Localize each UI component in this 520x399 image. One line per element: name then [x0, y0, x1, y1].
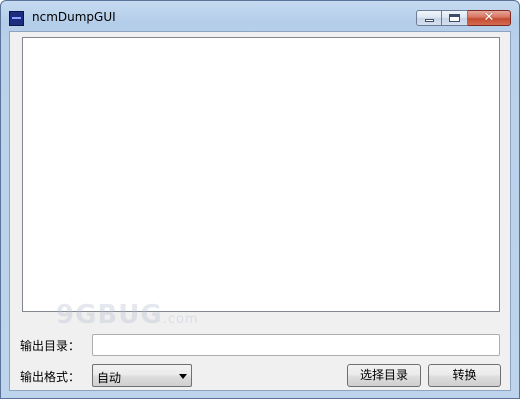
- maximize-button[interactable]: [442, 10, 468, 26]
- output-dir-input[interactable]: [92, 334, 500, 356]
- maximize-icon: [449, 14, 460, 22]
- close-button[interactable]: ✕: [468, 10, 511, 26]
- output-dir-label: 输出目录：: [20, 339, 81, 353]
- output-format-value: 自动: [97, 371, 122, 385]
- choose-directory-button[interactable]: 选择目录: [347, 364, 421, 387]
- output-format-label: 输出格式：: [20, 370, 81, 384]
- chevron-down-icon: [179, 374, 187, 379]
- minimize-icon: [425, 19, 434, 22]
- caption-buttons: ✕: [416, 10, 511, 26]
- minimize-button[interactable]: [416, 10, 442, 26]
- log-list[interactable]: [22, 37, 500, 312]
- app-window: ncmDumpGUI ✕ 9GBUG.com 输出目录： 输出格式： 自动 选择…: [0, 0, 520, 399]
- watermark-suffix: .com: [162, 312, 199, 327]
- title-bar[interactable]: ncmDumpGUI ✕: [1, 1, 519, 31]
- window-title: ncmDumpGUI: [32, 10, 116, 24]
- close-icon: ✕: [483, 10, 495, 25]
- output-format-select[interactable]: 自动: [92, 364, 192, 387]
- convert-button[interactable]: 转换: [428, 364, 501, 387]
- client-area: 9GBUG.com 输出目录： 输出格式： 自动 选择目录 转换: [9, 31, 511, 391]
- app-icon[interactable]: [9, 11, 24, 26]
